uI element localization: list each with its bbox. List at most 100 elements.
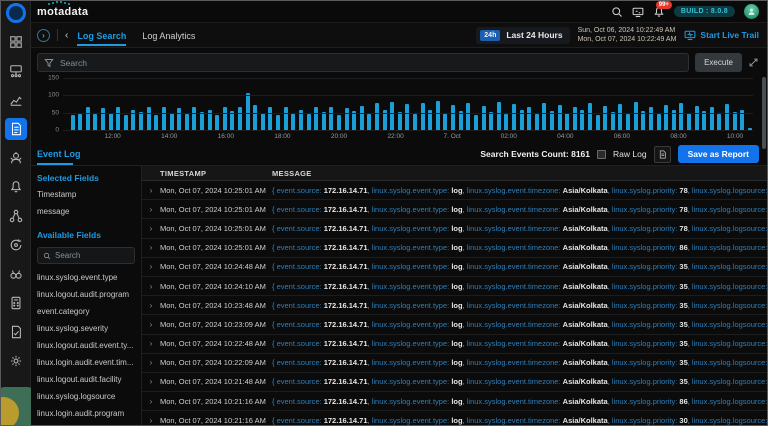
scrollbar-thumb[interactable] <box>762 77 766 149</box>
sidebar-item-discovery[interactable] <box>5 263 27 285</box>
histogram-bar[interactable] <box>572 107 577 131</box>
row-expand-chevron-icon[interactable]: › <box>142 205 160 214</box>
histogram-bar[interactable] <box>78 113 83 131</box>
fields-search-box[interactable] <box>37 247 135 264</box>
histogram-bar[interactable] <box>222 107 227 131</box>
histogram-bar[interactable] <box>154 115 159 131</box>
table-row[interactable]: › Mon, Oct 07, 2024 10:22:48 AM { event.so… <box>142 335 767 354</box>
histogram-bar[interactable] <box>260 112 265 131</box>
histogram-bar[interactable] <box>694 106 699 131</box>
histogram-bar[interactable] <box>161 106 166 131</box>
histogram-bar[interactable] <box>85 107 90 131</box>
row-expand-chevron-icon[interactable]: › <box>142 339 160 348</box>
row-expand-chevron-icon[interactable]: › <box>142 301 160 310</box>
table-row[interactable]: › Mon, Oct 07, 2024 10:25:01 AM { event.so… <box>142 219 767 239</box>
histogram-bar[interactable] <box>314 107 319 131</box>
histogram-bar[interactable] <box>473 115 478 131</box>
available-field-item[interactable]: linux.logout.audit.event.ty... <box>37 341 135 350</box>
user-avatar[interactable] <box>744 4 759 19</box>
table-row[interactable]: › Mon, Oct 07, 2024 10:22:09 AM { event.so… <box>142 354 767 373</box>
histogram-bar[interactable] <box>648 106 653 131</box>
histogram-bar[interactable] <box>238 106 243 131</box>
sidebar-item-dashboard[interactable] <box>5 31 27 53</box>
sidebar-item-automation[interactable] <box>5 147 27 169</box>
histogram-bar[interactable] <box>557 105 562 131</box>
selected-field-item[interactable]: Timestamp <box>37 190 135 199</box>
available-field-item[interactable]: linux.logout.audit.facility <box>37 375 135 384</box>
table-row[interactable]: › Mon, Oct 07, 2024 10:25:01 AM { event.so… <box>142 239 767 258</box>
sidebar-item-logs[interactable] <box>4 118 27 140</box>
console-icon[interactable] <box>632 6 644 18</box>
raw-log-checkbox[interactable] <box>597 149 607 159</box>
notifications-bell-icon[interactable]: 99+ <box>653 1 672 18</box>
histogram-bar[interactable] <box>276 115 281 131</box>
vertical-scrollbar[interactable] <box>762 51 766 423</box>
table-row[interactable]: › Mon, Oct 07, 2024 10:23:09 AM { event.so… <box>142 315 767 335</box>
histogram-bar[interactable] <box>230 110 235 131</box>
available-field-item[interactable]: linux.syslog.event.type <box>37 273 135 282</box>
histogram-bar[interactable] <box>215 115 220 131</box>
histogram-bar[interactable] <box>405 103 410 131</box>
histogram-bar[interactable] <box>184 114 189 131</box>
histogram-bar[interactable] <box>413 114 418 131</box>
sidebar-item-reports[interactable] <box>5 321 27 343</box>
sidebar-item-alerts[interactable] <box>5 176 27 198</box>
save-as-report-button[interactable]: Save as Report <box>677 145 759 163</box>
histogram-bar[interactable] <box>253 105 258 131</box>
row-expand-chevron-icon[interactable]: › <box>142 186 160 195</box>
available-field-item[interactable]: linux.syslog.logsource <box>37 392 135 401</box>
histogram-bar[interactable] <box>511 103 516 131</box>
histogram-bar[interactable] <box>633 101 638 131</box>
query-input-box[interactable] <box>37 53 690 72</box>
histogram-bar[interactable] <box>451 105 456 131</box>
histogram-bar[interactable] <box>435 100 440 131</box>
histogram-bar[interactable] <box>641 110 646 131</box>
histogram-bar[interactable] <box>420 102 425 131</box>
row-expand-chevron-icon[interactable]: › <box>142 377 160 386</box>
tab-event-log[interactable]: Event Log <box>37 143 83 165</box>
row-expand-chevron-icon[interactable]: › <box>142 224 160 233</box>
sidebar-item-settings[interactable] <box>5 350 27 372</box>
histogram-bar[interactable] <box>283 106 288 131</box>
histogram-bar[interactable] <box>626 113 631 131</box>
row-expand-chevron-icon[interactable]: › <box>142 358 160 367</box>
histogram-bar[interactable] <box>664 105 669 131</box>
histogram-bar[interactable] <box>268 107 273 131</box>
histogram-bar[interactable] <box>123 115 128 131</box>
histogram-bar[interactable] <box>603 106 608 131</box>
histogram-bar[interactable] <box>192 106 197 131</box>
sidebar-item-agent[interactable] <box>5 234 27 256</box>
tab-log-search[interactable]: Log Search <box>77 25 127 46</box>
histogram-bar[interactable] <box>542 102 547 131</box>
histogram-bar[interactable] <box>146 107 151 131</box>
table-row[interactable]: › Mon, Oct 07, 2024 10:24:48 AM { event.so… <box>142 258 767 277</box>
histogram-bar[interactable] <box>717 113 722 131</box>
histogram-bar[interactable] <box>321 111 326 131</box>
histogram-bar[interactable] <box>199 111 204 131</box>
available-field-item[interactable]: linux.login.audit.event.tim... <box>37 358 135 367</box>
table-row[interactable]: › Mon, Oct 07, 2024 10:23:48 AM { event.so… <box>142 296 767 316</box>
back-chevron-icon[interactable]: ‹ <box>65 30 68 41</box>
row-expand-chevron-icon[interactable]: › <box>142 416 160 425</box>
histogram-bar[interactable] <box>374 103 379 131</box>
histogram-bar[interactable] <box>70 115 75 131</box>
sidebar-item-infrastructure[interactable] <box>5 60 27 82</box>
export-button[interactable] <box>653 145 671 163</box>
histogram-bar[interactable] <box>352 110 357 131</box>
histogram-bar[interactable] <box>732 111 737 131</box>
available-field-item[interactable]: linux.logout.audit.program <box>37 290 135 299</box>
histogram-bar[interactable] <box>306 114 311 131</box>
histogram-bar[interactable] <box>504 113 509 131</box>
histogram-bar[interactable] <box>588 103 593 131</box>
histogram-bar[interactable] <box>527 106 532 131</box>
histogram-bar[interactable] <box>458 110 463 131</box>
histogram-bar[interactable] <box>679 103 684 131</box>
table-row[interactable]: › Mon, Oct 07, 2024 10:21:48 AM { event.so… <box>142 373 767 393</box>
available-field-item[interactable]: event.category <box>37 307 135 316</box>
histogram-bar[interactable] <box>329 106 334 131</box>
histogram-bar[interactable] <box>116 106 121 131</box>
histogram-bar[interactable] <box>93 114 98 131</box>
column-header-timestamp[interactable]: TIMESTAMP <box>142 169 272 178</box>
histogram-bar[interactable] <box>489 111 494 131</box>
sidebar-item-topology[interactable] <box>5 205 27 227</box>
